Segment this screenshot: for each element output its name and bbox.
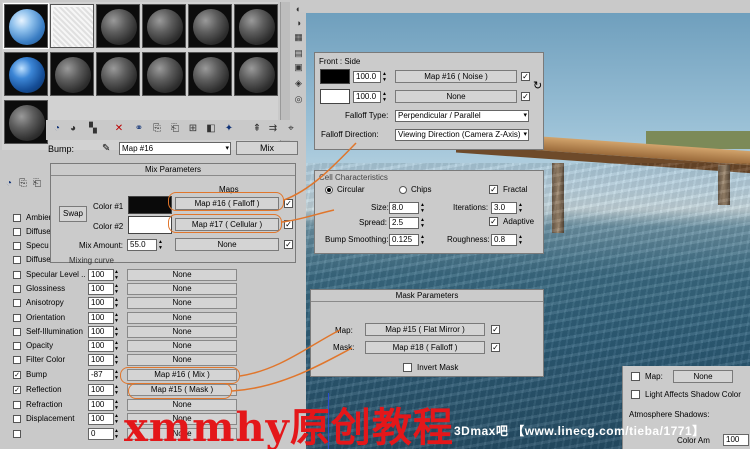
annotation-arrows [231,142,357,392]
annotation-arrow [283,142,357,201]
watermark-subtext: 3Dmax吧 【www.linecg.com/tieba/1771】 [454,424,705,438]
annotation-arrow [281,209,335,223]
annotation-arrow [231,347,353,392]
watermark-text: xmmhy原创教程 [124,404,454,449]
annotation-arrow [239,329,341,377]
